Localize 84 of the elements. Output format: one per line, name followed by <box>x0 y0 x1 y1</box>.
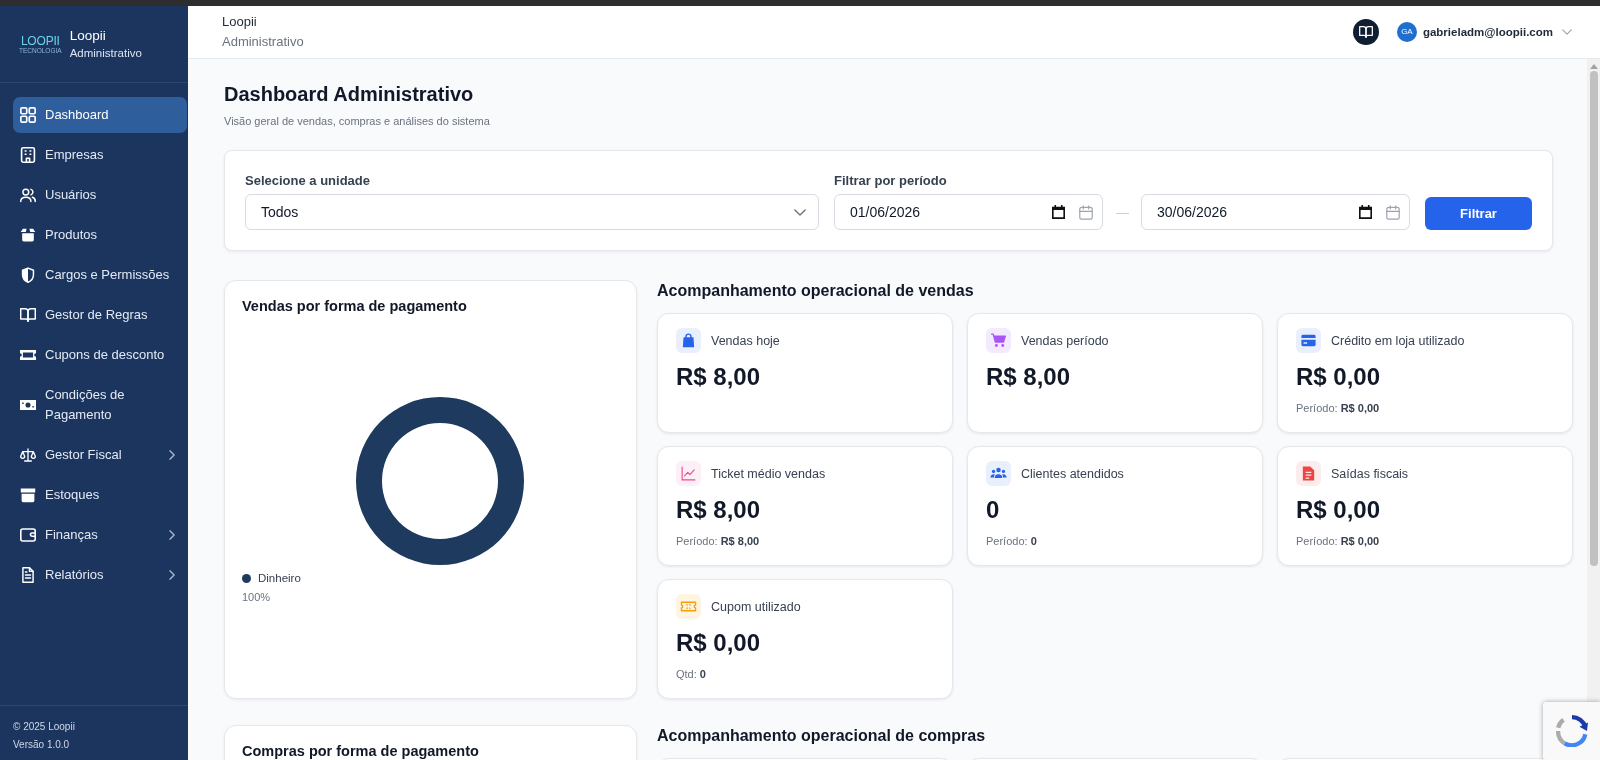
scales-icon <box>20 447 36 463</box>
copyright-text: © 2025 Loopii <box>13 720 76 734</box>
date-field[interactable]: 01/06/2026 <box>834 194 1103 230</box>
cart-icon <box>986 328 1011 353</box>
nav-item[interactable]: Estoques <box>13 477 187 513</box>
version-text: Versão 1.0.0 <box>13 738 71 752</box>
nav-item[interactable]: Gestor de Regras <box>13 297 187 333</box>
document-icon <box>20 567 36 583</box>
scrollbar[interactable] <box>1587 59 1600 702</box>
kpi-detail: Período: R$ 0,00 <box>1296 401 1381 416</box>
brand-name: Loopii <box>69 27 107 45</box>
legend-value: 100% <box>242 590 272 605</box>
shield-icon <box>20 267 36 283</box>
shopping-bag-icon <box>676 328 701 353</box>
nav-item[interactable]: Usuários <box>13 177 187 213</box>
kpi-detail: Qtd: 0 <box>676 667 707 682</box>
field-label: Filtrar por período <box>834 173 948 189</box>
ticket-icon <box>676 594 701 619</box>
nav-item[interactable]: Finanças <box>13 517 187 553</box>
kpi-label: Clientes atendidos <box>1021 465 1124 482</box>
kpi-value: 0 <box>986 495 1001 525</box>
nav-item[interactable]: Gestor Fiscal <box>13 437 187 473</box>
box-icon <box>20 227 36 243</box>
field-label: Selecione a unidade <box>245 173 371 189</box>
kpi-value: R$ 8,00 <box>986 362 1072 392</box>
chart-title: Vendas por forma de pagamento <box>242 297 468 315</box>
banknote-icon <box>20 397 36 413</box>
book-icon[interactable] <box>1352 19 1379 45</box>
legend-label: Dinheiro <box>258 571 301 586</box>
kpi-value: R$ 8,00 <box>676 362 762 392</box>
book-icon <box>20 307 36 323</box>
kpi-label: Ticket médio vendas <box>711 465 826 482</box>
nav-item[interactable]: Empresas <box>13 137 187 173</box>
nav-item[interactable]: Cupons de desconto <box>13 337 187 373</box>
chevron-down-icon[interactable] <box>1562 29 1572 35</box>
page-title: Dashboard Administrativo <box>224 82 475 106</box>
kpi-value: R$ 0,00 <box>1296 495 1382 525</box>
nav-item[interactable]: Relatórios <box>13 557 187 593</box>
captcha-badge[interactable] <box>1543 702 1600 760</box>
chart-title: Compras por forma de pagamento <box>242 742 480 760</box>
trend-chart-icon <box>676 461 701 486</box>
scroll-up-icon[interactable] <box>1589 64 1598 69</box>
grid-icon <box>20 107 36 123</box>
document-icon <box>1296 461 1321 486</box>
kpi-detail: Período: R$ 8,00 <box>676 534 761 549</box>
wallet-icon <box>20 527 36 543</box>
kpi-detail: Período: R$ 0,00 <box>1296 534 1381 549</box>
user-email[interactable]: gabrieladm@loopii.com <box>1422 24 1553 40</box>
header-title: Loopii <box>222 13 258 31</box>
section-title: Acompanhamento operacional de compras <box>657 726 987 746</box>
package-icon <box>20 487 36 503</box>
kpi-value: R$ 0,00 <box>1296 362 1382 392</box>
date-field[interactable]: 30/06/2026 <box>1141 194 1410 230</box>
kpi-label: Crédito em loja utilizado <box>1331 332 1465 349</box>
kpi-detail: Período: 0 <box>986 534 1038 549</box>
kpi-value: R$ 0,00 <box>676 628 762 658</box>
nav-item[interactable]: Condições de Pagamento <box>13 377 187 433</box>
kpi-value: R$ 8,00 <box>676 495 762 525</box>
kpi-label: Vendas hoje <box>711 332 780 349</box>
section-title: Acompanhamento operacional de vendas <box>657 281 975 301</box>
unit-select[interactable]: Todos <box>245 194 819 230</box>
brand-subtitle: Administrativo <box>69 46 142 61</box>
filter-button[interactable]: Filtrar <box>1425 197 1532 230</box>
user-avatar: GA <box>1396 22 1417 42</box>
kpi-label: Saídas fiscais <box>1331 465 1409 482</box>
scrollbar-thumb[interactable] <box>1589 71 1598 566</box>
users-icon <box>20 187 36 203</box>
header-subtitle: Administrativo <box>222 33 304 51</box>
nav-item[interactable]: Dashboard <box>13 97 187 133</box>
calendar-icon[interactable] <box>1359 205 1372 219</box>
calendar-icon[interactable] <box>1052 205 1065 219</box>
range-separator: — <box>1116 204 1128 220</box>
credit-card-icon <box>1296 328 1321 353</box>
kpi-label: Cupom utilizado <box>711 598 801 615</box>
kpi-label: Vendas período <box>1021 332 1109 349</box>
page-subtitle: Visão geral de vendas, compras e análises do sistema <box>224 114 491 129</box>
ticket-icon <box>20 347 36 363</box>
building-icon <box>20 147 36 163</box>
logo-wordmark: LOOPII <box>20 34 60 47</box>
chevron-down-icon <box>794 208 806 216</box>
users-icon <box>986 461 1011 486</box>
nav-item[interactable]: Produtos <box>13 217 187 253</box>
nav-item[interactable]: Cargos e Permissões <box>13 257 187 293</box>
circular-arrows-icon <box>1555 715 1588 747</box>
